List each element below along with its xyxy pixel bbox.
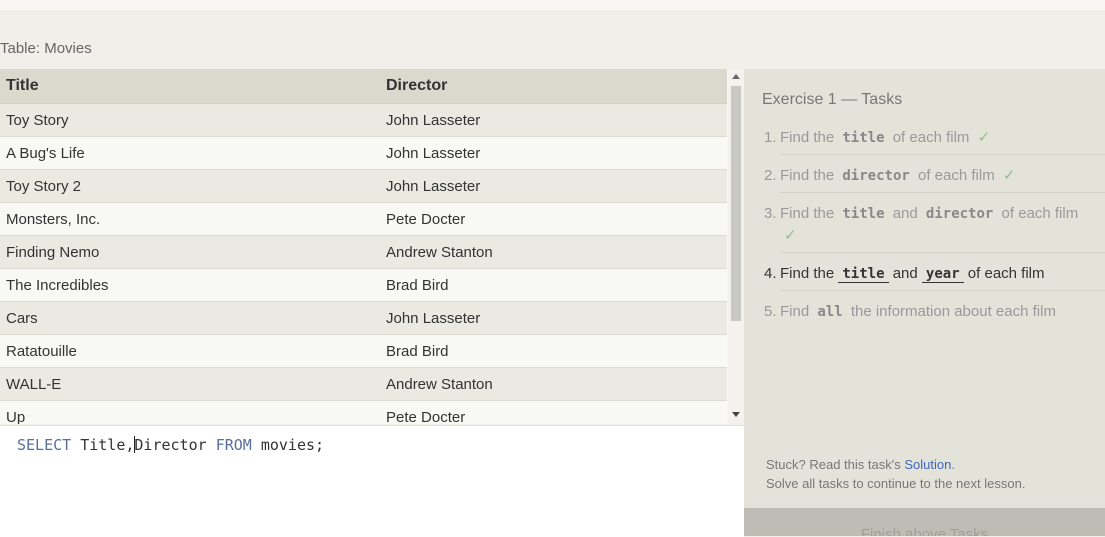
cell-director: Andrew Stanton	[386, 375, 493, 393]
stuck-text: .	[951, 457, 955, 472]
finish-tasks-button[interactable]: Finish above Tasks	[744, 508, 1105, 536]
sql-code[interactable]: SELECT Title,Director FROM movies;	[17, 436, 324, 454]
task-code: director	[925, 206, 994, 222]
scroll-down-arrow-icon[interactable]	[732, 412, 740, 417]
table-row: Finding Nemo Andrew Stanton	[0, 236, 727, 269]
cell-title: Toy Story	[6, 111, 69, 129]
exercise-title: Exercise 1 — Tasks	[762, 91, 903, 108]
checkmark-icon: ✓	[1002, 167, 1016, 184]
table-header: Title Director	[0, 69, 727, 104]
task-number: 1.	[764, 129, 777, 146]
results-scrollbar[interactable]	[728, 69, 744, 424]
cell-director: John Lasseter	[386, 144, 481, 162]
table-row: WALL-E Andrew Stanton	[0, 368, 727, 401]
task-text: of each film	[917, 167, 995, 184]
task-text: Find the	[780, 205, 835, 222]
cell-director: Brad Bird	[386, 342, 449, 360]
cell-director: Andrew Stanton	[386, 243, 493, 261]
table-row: Toy Story John Lasseter	[0, 104, 727, 137]
task-text: of each film	[892, 129, 970, 146]
task-item: 1. Find the title of each film ✓	[762, 122, 1105, 160]
cell-director: John Lasseter	[386, 111, 481, 129]
task-item: 5. Find all the information about each f…	[762, 296, 1105, 333]
cell-title: Up	[6, 408, 26, 425]
task-number: 2.	[764, 167, 777, 184]
task-item: 3. Find the title and director of each f…	[762, 198, 1105, 258]
cell-director: John Lasseter	[386, 309, 481, 327]
results-grid: Title Director Toy Story John Lasseter A…	[0, 69, 727, 424]
scrollbar-thumb[interactable]	[731, 86, 741, 321]
task-code: director	[842, 168, 910, 184]
sql-keyword-select: SELECT	[17, 436, 72, 454]
cell-title: Monsters, Inc.	[6, 210, 101, 228]
task-number: 3.	[764, 205, 777, 222]
task-code: title	[842, 206, 885, 222]
cell-title: WALL-E	[6, 375, 62, 393]
table-row: Monsters, Inc. Pete Docter	[0, 203, 727, 236]
solution-link[interactable]: Solution	[904, 457, 951, 472]
table-row: Cars John Lasseter	[0, 302, 727, 335]
table-row: Up Pete Docter	[0, 401, 727, 424]
task-text: of each film	[967, 265, 1045, 282]
task-text: Find	[780, 303, 810, 320]
table-label: Table: Movies	[0, 40, 92, 57]
scroll-up-arrow-icon[interactable]	[732, 74, 740, 79]
task-number: 4.	[764, 265, 777, 282]
sql-text: movies;	[251, 436, 325, 454]
task-code: all	[817, 304, 843, 320]
task-item: 2. Find the director of each film ✓	[762, 160, 1105, 198]
cell-director: Brad Bird	[386, 276, 449, 294]
task-list: 1. Find the title of each film ✓ 2. Find…	[762, 122, 1105, 333]
finish-button-label: Finish above Tasks	[860, 526, 989, 536]
task-text: and	[892, 265, 918, 282]
task-text: Find the	[780, 167, 835, 184]
checkmark-icon: ✓	[784, 227, 797, 244]
task-code: title	[842, 130, 885, 146]
cell-title: A Bug's Life	[6, 144, 85, 162]
table-row: A Bug's Life John Lasseter	[0, 137, 727, 170]
task-text: Find the	[780, 129, 835, 146]
help-text: Stuck? Read this task's Solution. Solve …	[766, 455, 1025, 493]
cell-title: Cars	[6, 309, 38, 327]
top-strip	[0, 0, 1105, 10]
task-code: year	[921, 266, 964, 283]
cell-title: The Incredibles	[6, 276, 109, 294]
task-number: 5.	[764, 303, 777, 320]
cell-director: Pete Docter	[386, 408, 466, 425]
cell-director: Pete Docter	[386, 210, 466, 228]
cell-director: John Lasseter	[386, 177, 481, 195]
column-header-title: Title	[6, 77, 39, 94]
cell-title: Finding Nemo	[6, 243, 100, 261]
sql-text: Director	[134, 436, 216, 454]
sql-text: Title,	[71, 436, 135, 454]
task-text: and	[892, 205, 918, 222]
stuck-text: Stuck? Read this task's	[766, 457, 901, 472]
task-text: the information about each film	[850, 303, 1056, 320]
sql-editor[interactable]: SELECT Title,Director FROM movies;	[0, 425, 744, 537]
column-header-director: Director	[386, 77, 448, 94]
table-row: Ratatouille Brad Bird	[0, 335, 727, 368]
table-row: The Incredibles Brad Bird	[0, 269, 727, 302]
results-table: Title Director Toy Story John Lasseter A…	[0, 69, 744, 424]
exercise-panel: Exercise 1 — Tasks 1. Find the title of …	[744, 69, 1105, 536]
task-code: title	[838, 266, 889, 283]
cell-title: Toy Story 2	[6, 177, 82, 195]
task-text: Find the	[780, 265, 835, 282]
continue-text: Solve all tasks to continue to the next …	[766, 476, 1026, 491]
cell-title: Ratatouille	[6, 342, 77, 360]
sql-keyword-from: FROM	[215, 436, 252, 454]
task-text: of each film	[1001, 205, 1079, 222]
checkmark-icon: ✓	[977, 129, 991, 146]
task-item-current: 4. Find the title and year of each film	[762, 258, 1105, 296]
table-row: Toy Story 2 John Lasseter	[0, 170, 727, 203]
